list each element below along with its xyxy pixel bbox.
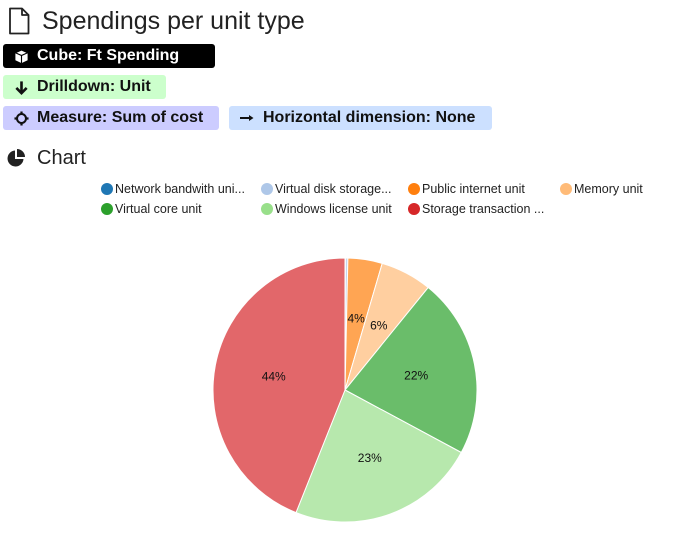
page-header: Spendings per unit type: [8, 4, 305, 38]
pie-slice-label: 4%: [347, 311, 365, 325]
pie-slice-label: 22%: [404, 369, 428, 383]
legend-label: Virtual disk storage...: [275, 182, 392, 196]
horizontal-dimension-tag[interactable]: Horizontal dimension: None: [229, 106, 492, 130]
legend-swatch: [101, 203, 113, 215]
pie-slice-label: 44%: [262, 369, 286, 383]
legend-item[interactable]: Virtual disk storage...: [261, 180, 392, 198]
legend-label: Memory unit: [574, 182, 643, 196]
pie-slice-label: 6%: [370, 319, 388, 333]
document-icon: [9, 7, 30, 35]
legend-swatch: [408, 183, 420, 195]
legend-label: Public internet unit: [422, 182, 525, 196]
measure-tag-label: Measure: Sum of cost: [37, 109, 204, 126]
pie-slice-label: 23%: [358, 451, 382, 465]
chart-section-title: Chart: [37, 146, 86, 169]
cube-icon: [13, 48, 29, 64]
chart-section-header: Chart: [6, 146, 86, 170]
legend-swatch: [261, 183, 273, 195]
horizontal-dimension-tag-label: Horizontal dimension: None: [263, 109, 476, 126]
cube-tag-label: Cube: Ft Spending: [37, 47, 180, 64]
legend-swatch: [101, 183, 113, 195]
legend-label: Windows license unit: [275, 202, 392, 216]
measure-tag[interactable]: Measure: Sum of cost: [3, 106, 219, 130]
pie-chart-icon: [7, 149, 25, 167]
legend-swatch: [560, 183, 572, 195]
legend-item[interactable]: Memory unit: [560, 180, 643, 198]
legend-label: Virtual core unit: [115, 202, 202, 216]
legend-item[interactable]: Network bandwith uni...: [101, 180, 245, 198]
cube-tag[interactable]: Cube: Ft Spending: [3, 44, 215, 68]
crosshair-icon: [13, 110, 29, 126]
legend-item[interactable]: Virtual core unit: [101, 200, 202, 218]
arrow-right-icon: [239, 110, 255, 126]
legend-label: Network bandwith uni...: [115, 182, 245, 196]
drilldown-tag-label: Drilldown: Unit: [37, 78, 151, 95]
legend-item[interactable]: Storage transaction ...: [408, 200, 544, 218]
legend-item[interactable]: Windows license unit: [261, 200, 392, 218]
page-title: Spendings per unit type: [42, 6, 305, 35]
arrow-down-icon: [13, 79, 29, 95]
legend-swatch: [261, 203, 273, 215]
legend-item[interactable]: Public internet unit: [408, 180, 525, 198]
drilldown-tag[interactable]: Drilldown: Unit: [3, 75, 166, 99]
legend-label: Storage transaction ...: [422, 202, 545, 216]
legend-swatch: [408, 203, 420, 215]
